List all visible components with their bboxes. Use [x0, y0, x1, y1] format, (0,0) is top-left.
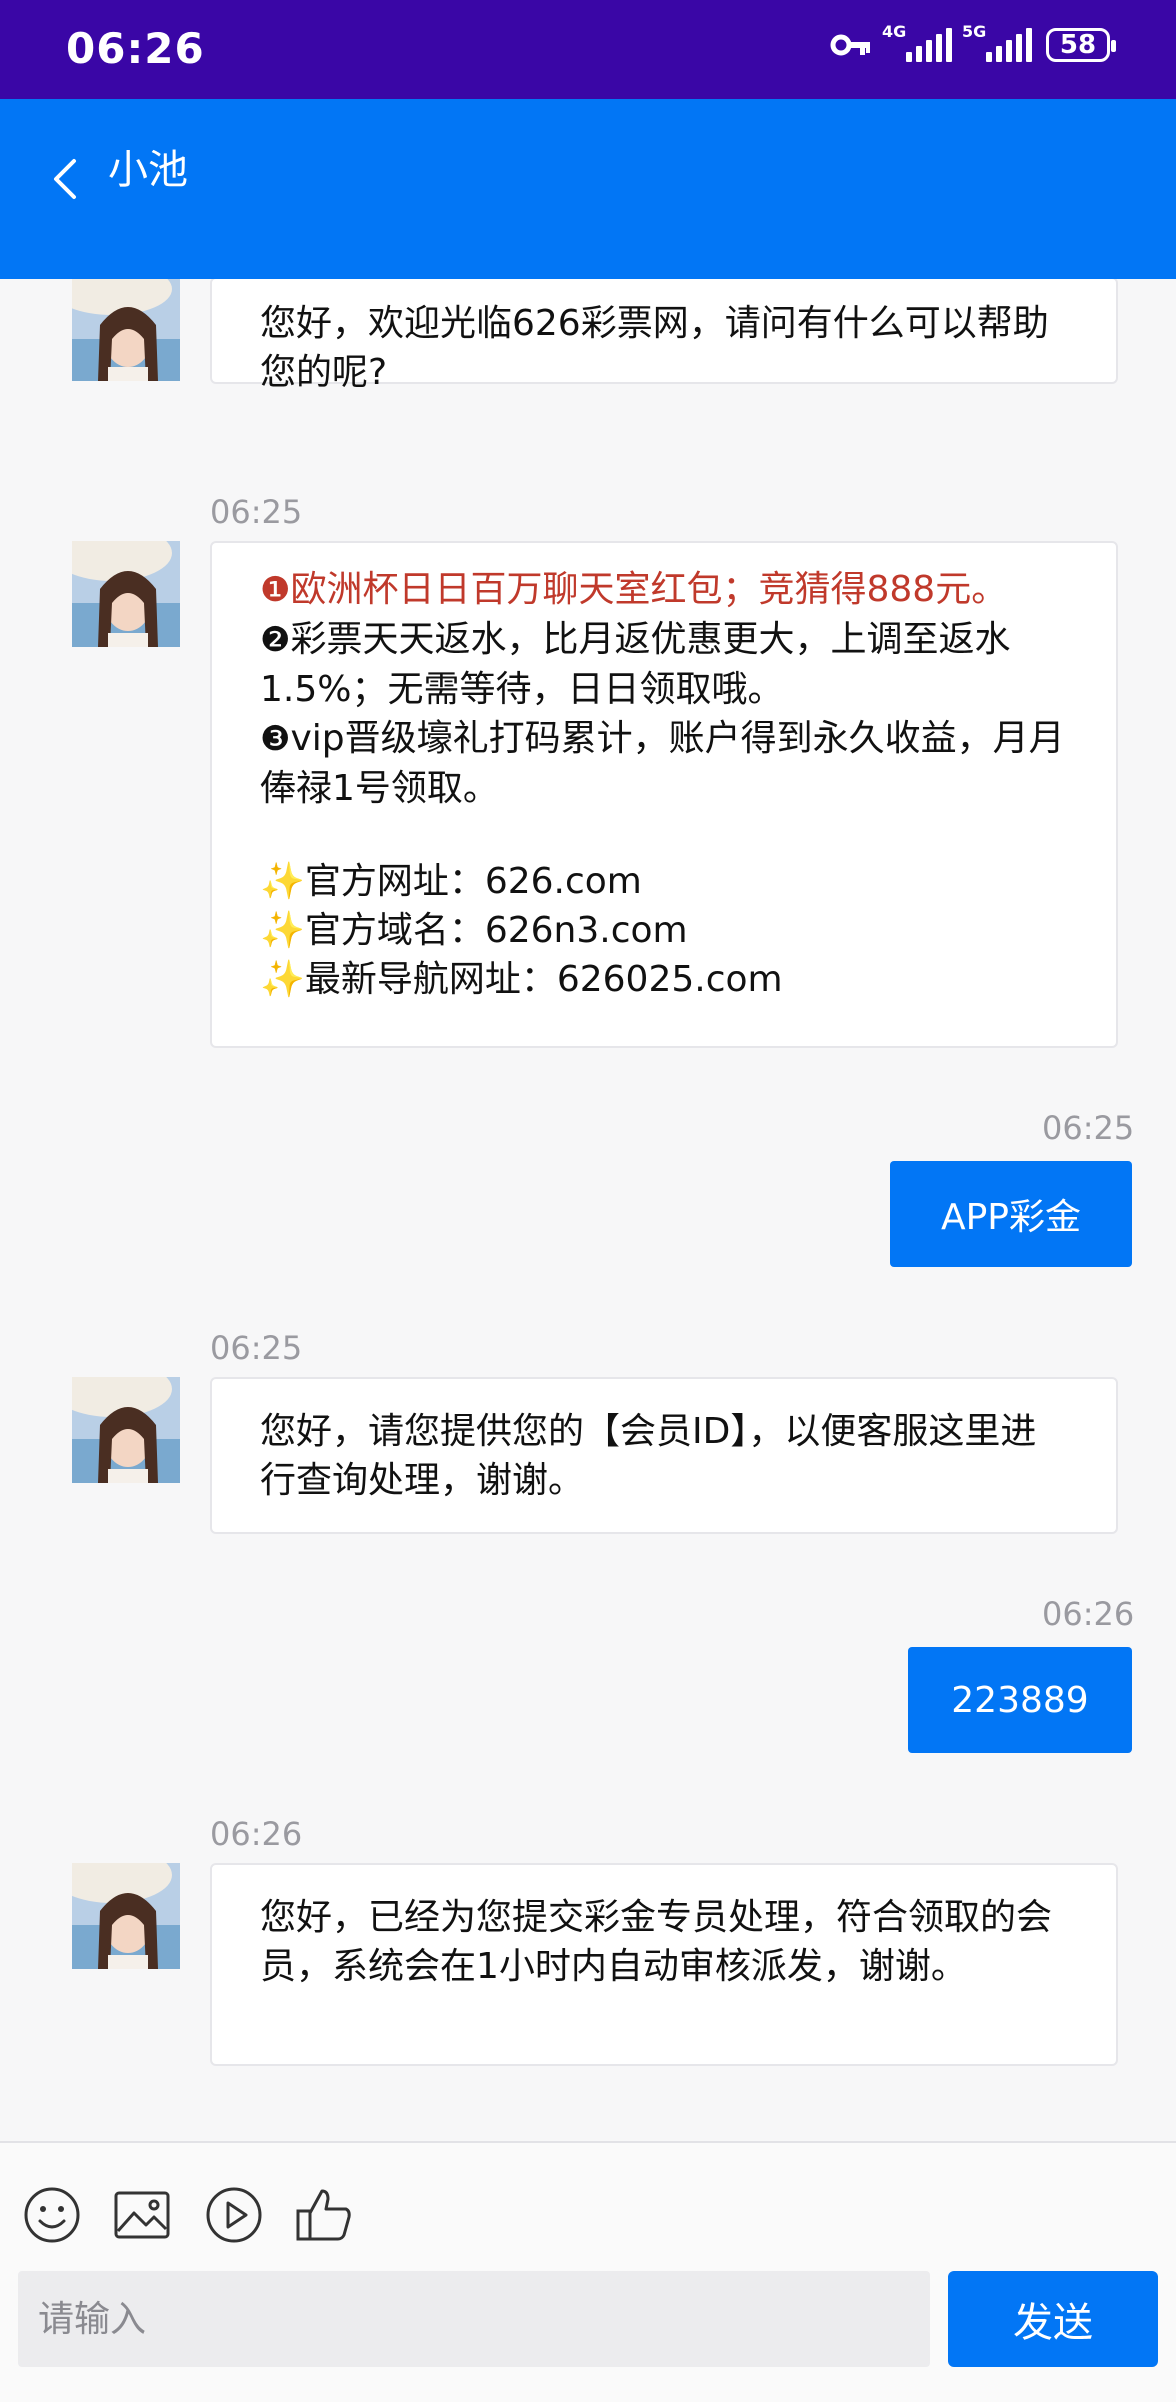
- signal-5g-icon: 5G: [962, 22, 1032, 62]
- chat-message-list[interactable]: 您好，欢迎光临626彩票网，请问有什么可以帮助您的呢? 06:25 ❶欧洲杯日日…: [0, 279, 1176, 2141]
- message-timestamp: 06:25: [1042, 1109, 1135, 1147]
- sparkle-icon: ✨: [260, 861, 305, 902]
- image-icon[interactable]: [112, 2185, 172, 2245]
- message-text: 223889: [951, 1679, 1089, 1721]
- status-bar: 06:26 4G 5G 58: [0, 0, 1176, 99]
- promo-line-5: ✨官方域名：626n3.com: [260, 910, 688, 951]
- message-input[interactable]: [18, 2271, 930, 2367]
- promo-line-2: ❷彩票天天返水，比月返优惠更大，上调至返水1.5%；无需等待，日日领取哦。: [260, 619, 1011, 710]
- sparkle-icon: ✨: [260, 959, 305, 1000]
- send-button[interactable]: 发送: [948, 2271, 1158, 2367]
- status-icons: 4G 5G 58: [830, 22, 1116, 62]
- message-bubble-incoming: 您好，已经为您提交彩金专员处理，符合领取的会员，系统会在1小时内自动审核派发，谢…: [210, 1863, 1118, 2066]
- battery-indicator: 58: [1046, 28, 1116, 62]
- message-text: APP彩金: [940, 1197, 1082, 1238]
- agent-avatar: [72, 1863, 180, 1969]
- sparkle-icon: ✨: [260, 910, 305, 951]
- message-text: 您好，欢迎光临626彩票网，请问有什么可以帮助您的呢?: [260, 303, 1049, 393]
- message-bubble-incoming: 您好，欢迎光临626彩票网，请问有什么可以帮助您的呢?: [210, 279, 1118, 393]
- agent-avatar: [72, 279, 180, 381]
- thumbs-up-icon[interactable]: [294, 2185, 354, 2245]
- promo-line-6: ✨最新导航网址：626025.com: [260, 959, 783, 1000]
- promo-line-3: ❸vip晋级壕礼打码累计，账户得到永久收益，月月俸禄1号领取。: [260, 718, 1065, 809]
- agent-avatar: [72, 541, 180, 647]
- message-text: 您好，已经为您提交彩金专员处理，符合领取的会员，系统会在1小时内自动审核派发，谢…: [260, 1897, 1053, 1987]
- message-timestamp: 06:26: [1042, 1595, 1135, 1633]
- signal-4g-icon: 4G: [882, 22, 952, 62]
- contact-name: 小池: [108, 147, 188, 193]
- chat-header: 小池: [0, 99, 1176, 279]
- message-timestamp: 06:26: [210, 1815, 303, 1853]
- message-timestamp: 06:25: [210, 493, 303, 531]
- emoji-icon[interactable]: [22, 2185, 82, 2245]
- back-arrow-icon[interactable]: [44, 135, 88, 223]
- message-text: 您好，请您提供您的【会员ID】，以便客服这里进行查询处理，谢谢。: [260, 1411, 1037, 1501]
- key-icon: [830, 34, 870, 56]
- message-bubble-incoming: ❶欧洲杯日日百万聊天室红包；竞猜得888元。 ❷彩票天天返水，比月返优惠更大，上…: [210, 541, 1118, 1048]
- promo-line-1: ❶欧洲杯日日百万聊天室红包；竞猜得888元。: [260, 569, 1008, 610]
- message-bubble-outgoing: APP彩金: [890, 1161, 1132, 1267]
- video-icon[interactable]: [204, 2185, 264, 2245]
- agent-avatar: [72, 1377, 180, 1483]
- message-bubble-outgoing: 223889: [908, 1647, 1132, 1753]
- message-timestamp: 06:25: [210, 1329, 303, 1367]
- input-bar: 发送: [0, 2141, 1176, 2402]
- message-bubble-incoming: 您好，请您提供您的【会员ID】，以便客服这里进行查询处理，谢谢。: [210, 1377, 1118, 1534]
- status-time: 06:26: [66, 24, 205, 73]
- promo-line-4: ✨官方网址：626.com: [260, 861, 642, 902]
